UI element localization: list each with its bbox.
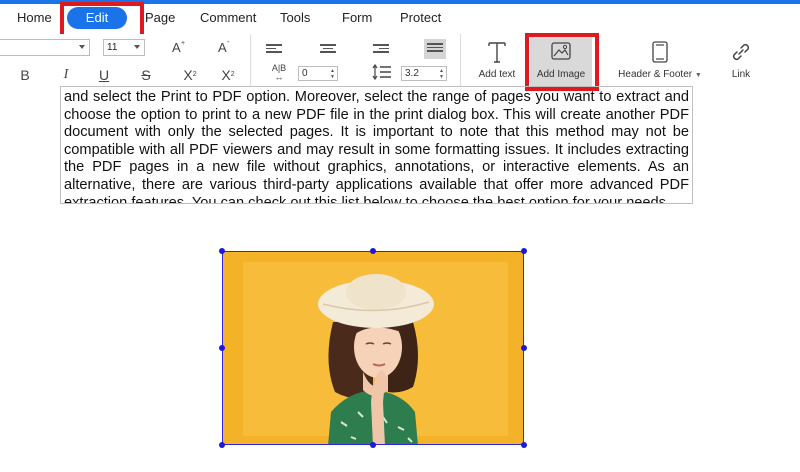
menu-protect[interactable]: Protect: [400, 7, 441, 29]
bold-icon[interactable]: B: [18, 66, 32, 84]
menu-tools[interactable]: Tools: [280, 7, 310, 29]
text-tool-icon: [488, 42, 506, 63]
italic-icon[interactable]: I: [59, 66, 73, 84]
chevron-down-icon: [134, 45, 140, 49]
text-line: alternative, there are various third-par…: [64, 176, 689, 193]
line-spacing-input[interactable]: 3.2 ▲ ▼: [401, 66, 447, 81]
svg-text:A: A: [172, 40, 181, 54]
add-text-label: Add text: [478, 69, 516, 80]
text-line: document with only the selected pages. I…: [64, 124, 689, 141]
toolbar-separator: [460, 34, 461, 86]
svg-text:-: -: [227, 38, 230, 46]
chevron-down-icon: [79, 45, 85, 49]
resize-handle-bottom-right[interactable]: [521, 442, 527, 448]
add-image-label: Add Image: [536, 69, 586, 80]
line-spacing-icon[interactable]: [371, 63, 393, 84]
resize-handle-left[interactable]: [219, 345, 225, 351]
header-footer-icon: [652, 41, 668, 63]
spinner-arrows-icon[interactable]: ▲ ▼: [439, 68, 444, 80]
svg-text:+: +: [181, 40, 185, 47]
subscript-icon[interactable]: X2: [218, 66, 238, 84]
text-line: and select the Print to PDF option. More…: [64, 89, 689, 105]
add-image-button[interactable]: Add Image: [530, 34, 592, 86]
char-spacing-icon[interactable]: A|B ↔: [268, 64, 290, 82]
menu-home[interactable]: Home: [17, 7, 52, 29]
text-line: compatible with all PDF viewers and may …: [64, 141, 689, 158]
toolbar-separator: [250, 34, 251, 86]
document-canvas: and select the Print to PDF option. More…: [0, 86, 800, 472]
strikethrough-icon[interactable]: S: [139, 66, 153, 84]
font-size-value: 11: [107, 42, 118, 53]
header-footer-button[interactable]: Header & Footer ▼: [612, 34, 708, 86]
header-footer-label: Header & Footer: [618, 69, 693, 80]
spinner-arrows-icon[interactable]: ▲ ▼: [330, 68, 335, 80]
font-family-select[interactable]: [0, 39, 90, 56]
menu-edit[interactable]: Edit: [67, 7, 127, 29]
menu-comment[interactable]: Comment: [200, 7, 256, 29]
justify-button[interactable]: [424, 39, 446, 59]
inserted-image[interactable]: [222, 251, 524, 445]
resize-handle-top[interactable]: [370, 248, 376, 254]
resize-handle-right[interactable]: [521, 345, 527, 351]
resize-handle-top-right[interactable]: [521, 248, 527, 254]
font-size-select[interactable]: 11: [103, 39, 145, 56]
align-right-icon[interactable]: [373, 44, 389, 56]
align-left-icon[interactable]: [266, 44, 282, 56]
link-button[interactable]: Link: [722, 34, 760, 86]
char-spacing-input[interactable]: 0 ▲ ▼: [298, 66, 338, 81]
menu-form[interactable]: Form: [342, 7, 372, 29]
char-spacing-value: 0: [302, 68, 308, 79]
decrease-font-icon[interactable]: A-: [216, 37, 234, 58]
text-line: the PDF pages in a new file without grap…: [64, 159, 689, 176]
superscript-icon[interactable]: X2: [180, 66, 200, 84]
menu-page[interactable]: Page: [145, 7, 175, 29]
link-label: Link: [731, 69, 751, 80]
resize-handle-top-left[interactable]: [219, 248, 225, 254]
text-block[interactable]: and select the Print to PDF option. More…: [60, 86, 693, 204]
caret-down-icon: ▼: [694, 72, 702, 79]
justify-icon: [427, 43, 443, 55]
menu-bar: Home Edit Page Comment Tools Form Protec…: [0, 4, 800, 34]
link-icon: [732, 43, 750, 61]
woman-portrait-image: [223, 252, 523, 444]
svg-text:A: A: [218, 40, 227, 54]
edit-toolbar: 11 A + A- B I U S X2 X2 A|B ↔ 0 ▲ ▼ 3.2 ▲ ▼: [0, 34, 800, 92]
text-line: extraction features. You can check out t…: [64, 194, 671, 204]
underline-icon[interactable]: U: [97, 66, 111, 84]
add-text-button[interactable]: Add text: [470, 34, 524, 86]
line-spacing-value: 3.2: [405, 68, 419, 79]
resize-handle-bottom-left[interactable]: [219, 442, 225, 448]
increase-font-icon[interactable]: A +: [170, 38, 188, 58]
resize-handle-bottom[interactable]: [370, 442, 376, 448]
align-center-icon[interactable]: [320, 44, 336, 56]
image-icon: [551, 42, 571, 60]
text-line: choose the option to print to a new PDF …: [64, 106, 689, 123]
